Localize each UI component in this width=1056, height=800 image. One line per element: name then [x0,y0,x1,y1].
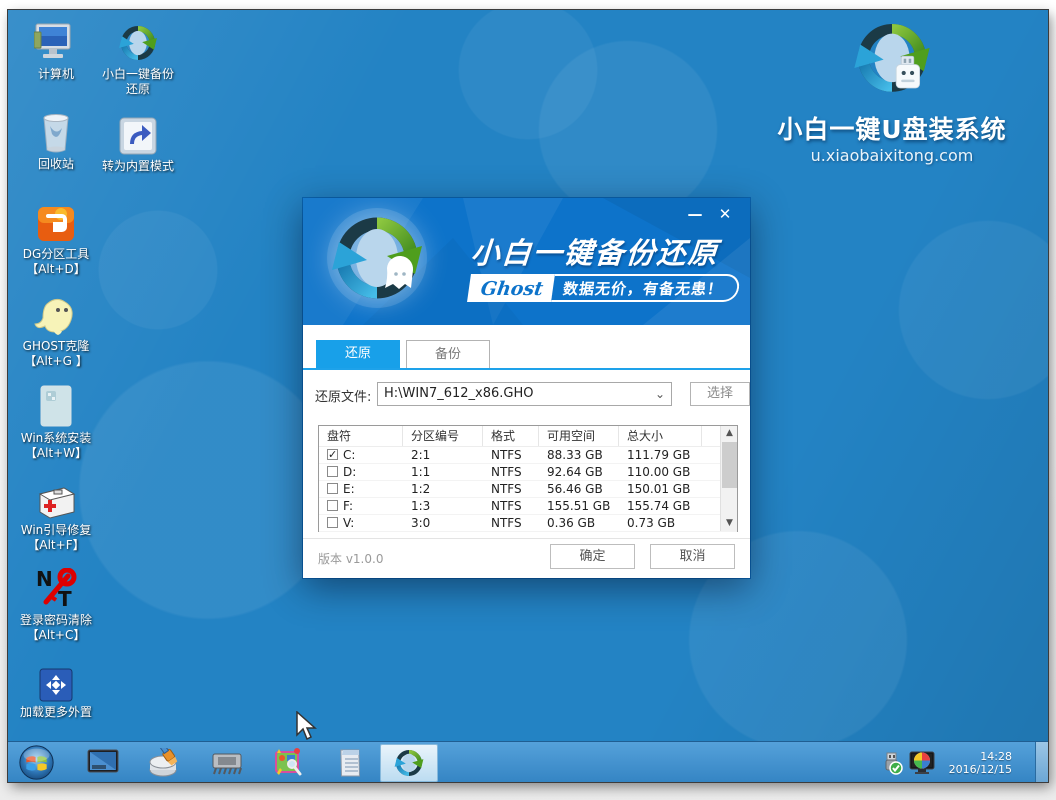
close-button[interactable]: ✕ [714,204,736,224]
row-checkbox[interactable] [327,483,338,494]
ok-button[interactable]: 确定 [550,544,635,569]
minimize-button[interactable]: — [684,204,706,224]
desktop-icon-label: GHOST克隆 【Alt+G 】 [8,339,104,369]
system-tray: 14:28 2016/12/15 [881,742,1012,782]
password-clear-icon: NT [8,564,104,610]
dialog-footer: 版本 v1.0.0 确定 取消 [303,538,750,578]
brand-url: u.xiaobaixitong.com [752,146,1032,165]
brand-usb-logo-icon [846,16,938,104]
partition-table-header: 盘符 分区编号 格式 可用空间 总大小 [319,426,737,447]
desktop-icon-builtin-mode[interactable]: 转为内置模式 [90,110,186,174]
desktop-icon-label: 加载更多外置 [8,705,104,720]
taskbar-clock[interactable]: 14:28 2016/12/15 [949,750,1012,776]
desktop-icon-label: 登录密码清除 【Alt+C】 [8,613,104,643]
row-checkbox[interactable] [327,466,338,477]
row-checkbox[interactable] [327,449,338,460]
restore-file-row: 还原文件: H:\WIN7_612_x86.GHO ⌄ 选择 [315,382,738,406]
win-bootfix-icon [8,474,104,520]
xiaobai-app-icon [393,747,425,779]
dialog-tabs: 还原 备份 [316,340,490,368]
table-row[interactable]: D: 1:1 NTFS 92.64 GB 110.00 GB [319,464,737,481]
svg-text:T: T [58,587,72,610]
ghost-badge: Ghost 数据无价，有备无患！ [467,274,741,302]
desktop-icon-win-bootfix[interactable]: Win引导修复 【Alt+F】 [8,474,104,553]
taskbar-display-icon[interactable] [82,746,124,780]
brand-title: 小白一键U盘装系统 [752,110,1032,146]
restore-file-label: 还原文件: [315,386,371,405]
header-format: 格式 [483,426,539,446]
taskbar-memory-icon[interactable] [206,746,248,780]
row-checkbox[interactable] [327,517,338,528]
screenshot-frame: 计算机 小白一键备份 还原 回收站 转为内置模式 DG分区工具 【Alt+D】 … [0,0,1056,800]
desktop-icon-dg-partition[interactable]: DG分区工具 【Alt+D】 [8,198,104,277]
ghost-slogan: 数据无价，有备无患！ [551,274,741,302]
dialog-ghost-logo-icon [325,206,435,316]
desktop: 计算机 小白一键备份 还原 回收站 转为内置模式 DG分区工具 【Alt+D】 … [8,10,1048,782]
combobox-dropdown-icon[interactable]: ⌄ [655,383,665,405]
taskbar-screenshot-icon[interactable] [268,746,310,780]
desktop-icon-load-more[interactable]: 加载更多外置 [8,656,104,720]
header-drive: 盘符 [319,426,403,446]
taskbar-active-app-button[interactable] [380,744,438,782]
table-row[interactable]: C: 2:1 NTFS 88.33 GB 111.79 GB [319,447,737,464]
scrollbar-thumb[interactable] [722,442,737,488]
desktop-icon-label: 转为内置模式 [90,159,186,174]
backup-restore-dialog: 小白一键备份还原 Ghost 数据无价，有备无患！ — ✕ 还原 备份 还原文件… [303,198,750,578]
select-file-button[interactable]: 选择 [690,382,750,406]
ghost-clone-icon [8,290,104,336]
taskbar-notepad-icon[interactable] [330,746,372,780]
version-label: 版本 v1.0.0 [318,550,383,567]
win-install-icon [8,382,104,428]
load-more-icon [8,656,104,702]
desktop-icon-xiaobai-backup[interactable]: 小白一键备份 还原 [90,18,186,97]
row-checkbox[interactable] [327,500,338,511]
clock-date: 2016/12/15 [949,763,1012,776]
tab-restore[interactable]: 还原 [316,340,400,368]
restore-file-value: H:\WIN7_612_x86.GHO [384,386,533,401]
taskbar-diskclean-icon[interactable] [144,746,186,780]
table-row[interactable]: F: 1:3 NTFS 155.51 GB 155.74 GB [319,498,737,515]
header-free: 可用空间 [539,426,619,446]
desktop-icon-password-clear[interactable]: NT 登录密码清除 【Alt+C】 [8,564,104,643]
header-partition: 分区编号 [403,426,483,446]
desktop-icon-ghost-clone[interactable]: GHOST克隆 【Alt+G 】 [8,290,104,369]
header-total: 总大小 [619,426,702,446]
ghost-wordmark: Ghost [467,274,555,302]
table-row[interactable]: V: 3:0 NTFS 0.36 GB 0.73 GB [319,515,737,532]
tab-underline [303,368,750,370]
restore-file-combobox[interactable]: H:\WIN7_612_x86.GHO ⌄ [377,382,672,406]
partition-table: 盘符 分区编号 格式 可用空间 总大小 C: 2:1 NTFS 88.33 GB… [318,425,738,532]
taskbar: 14:28 2016/12/15 [8,741,1048,782]
scroll-down-icon[interactable]: ▼ [721,516,738,531]
dg-partition-icon [8,198,104,244]
cancel-button[interactable]: 取消 [650,544,735,569]
builtin-mode-icon [90,110,186,156]
show-desktop-button[interactable] [1035,742,1048,782]
xiaobai-backup-icon [90,18,186,64]
scroll-up-icon[interactable]: ▲ [721,426,738,441]
desktop-icon-win-install[interactable]: Win系统安装 【Alt+W】 [8,382,104,461]
desktop-icon-label: DG分区工具 【Alt+D】 [8,247,104,277]
start-button[interactable] [18,744,55,781]
tray-display-icon[interactable] [909,751,935,775]
table-scrollbar[interactable]: ▲ ▼ [720,426,737,531]
clock-time: 14:28 [949,750,1012,763]
svg-text:N: N [36,568,53,591]
tab-backup[interactable]: 备份 [406,340,490,368]
brand-block: 小白一键U盘装系统 u.xiaobaixitong.com [752,16,1032,165]
table-row[interactable]: E: 1:2 NTFS 56.46 GB 150.01 GB [319,481,737,498]
desktop-icon-label: 小白一键备份 还原 [90,67,186,97]
dialog-banner: 小白一键备份还原 Ghost 数据无价，有备无患！ — ✕ [303,198,750,325]
dialog-title: 小白一键备份还原 [470,230,733,272]
desktop-icon-label: Win引导修复 【Alt+F】 [8,523,104,553]
tray-usb-icon[interactable] [881,751,903,775]
desktop-icon-label: Win系统安装 【Alt+W】 [8,431,104,461]
